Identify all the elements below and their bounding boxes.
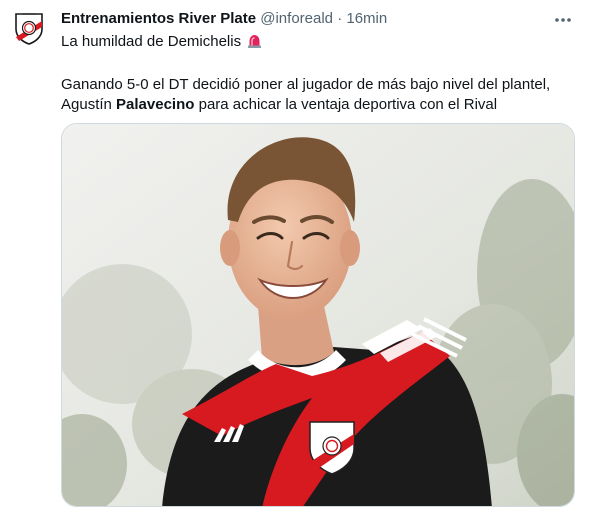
tweet-text: La humildad de Demichelis Ganando 5-0 el… [61,32,571,115]
tweet-photo[interactable] [61,123,575,507]
author-name[interactable]: Entrenamientos River Plate [61,10,256,27]
player-photo [62,124,574,506]
siren-emoji-icon [246,32,263,55]
tweet-line-3: Agustín Palavecino para achicar la venta… [61,95,571,115]
tweet-line-2: Ganando 5-0 el DT decidió poner al jugad… [61,76,551,93]
tweet[interactable]: Entrenamientos River Plate @inforeald · … [0,0,589,516]
separator-dot: · [337,10,343,27]
more-dots-icon [555,18,571,22]
more-button[interactable] [551,8,575,32]
author-handle[interactable]: @inforeald [260,10,333,27]
player-name: Palavecino [116,96,195,113]
timestamp[interactable]: 16min [346,10,387,27]
tweet-line-3-start: Agustín [61,96,117,113]
tweet-header: Entrenamientos River Plate @inforeald · … [61,9,539,29]
avatar[interactable] [11,10,47,46]
tweet-line-1-text: La humildad de Demichelis [61,33,242,50]
tweet-line-3-end: para achicar la ventaja deportiva con el… [194,96,498,113]
tweet-line-1: La humildad de Demichelis [61,32,571,55]
river-plate-crest-icon [15,13,43,45]
